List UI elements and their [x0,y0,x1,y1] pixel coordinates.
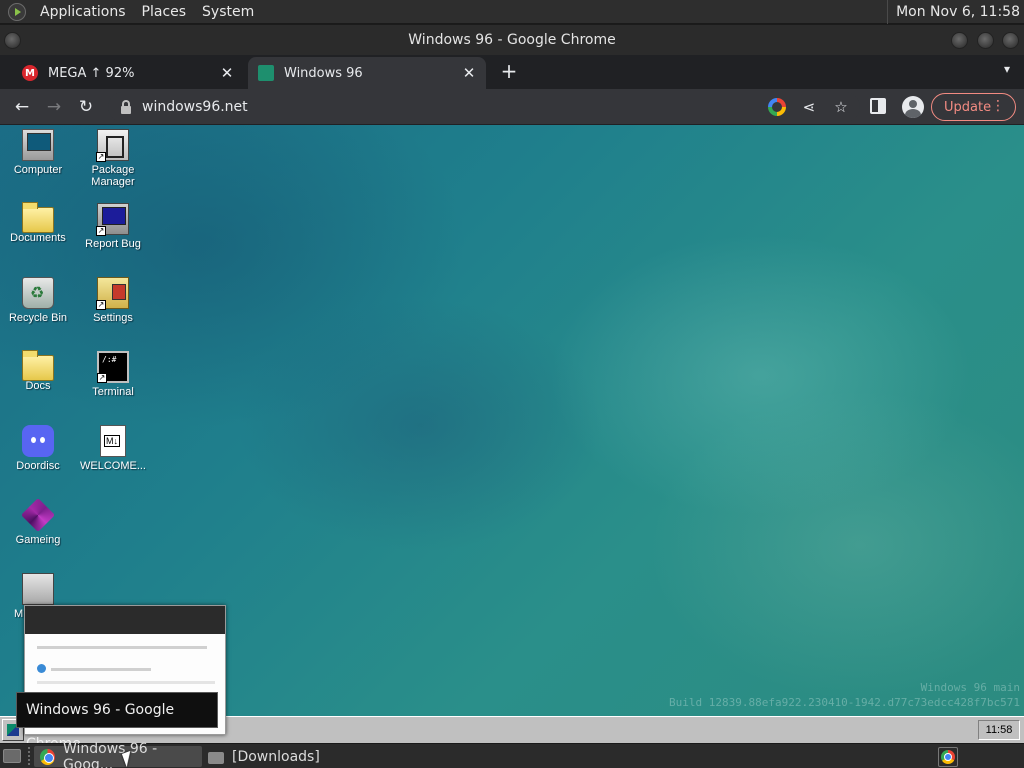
kebab-menu-icon[interactable]: ⋮ [991,98,1005,114]
desktop-icon-label: Documents [10,232,66,244]
windows96-clock: 11:58 [978,720,1020,740]
desktop-icon-label: Computer [13,164,63,176]
desktop-icon-label: Package Manager [91,164,135,188]
desktop-icon-welcome[interactable]: WELCOME... [75,425,151,472]
places-menu[interactable]: Places [134,0,195,24]
update-button[interactable]: Update ⋮ [931,93,1016,121]
desktop-icon-docs[interactable]: Docs [0,350,76,392]
address-bar[interactable]: windows96.net ⋖ ☆ [108,92,860,122]
taskbar-item-downloads[interactable]: [Downloads] [202,746,362,767]
chrome-icon [40,748,55,765]
desktop-icon-label: Settings [93,312,133,324]
browser-toolbar: ← → ↻ windows96.net ⋖ ☆ Update ⋮ [0,89,1024,125]
report-bug-icon: ↗ [96,203,129,236]
show-desktop-icon[interactable] [3,749,21,763]
desktop-icon-package-manager[interactable]: ↗ Package Manager [75,129,151,188]
tab-strip: M MEGA ↑ 92% ✕ Windows 96 ✕ + ▾ [0,55,1024,89]
bottom-panel: Windows 96 - Goog... [Downloads] [0,741,1024,768]
terminal-icon: ↗ [97,351,129,383]
distro-logo-icon[interactable] [8,2,26,21]
shortcut-arrow-icon: ↗ [96,300,106,310]
preview-browser-chrome [25,606,225,634]
monitor-icon [22,573,54,605]
folder-icon [22,350,54,381]
panel-separator [28,747,32,765]
system-menu[interactable]: System [194,0,262,24]
computer-icon [22,129,54,161]
folder-icon [22,202,54,233]
google-lens-icon[interactable] [768,98,786,116]
desktop-icon-documents[interactable]: Documents [0,202,76,244]
desktop-icon-label: Report Bug [85,238,141,250]
taskbar-item-label: [Downloads] [232,748,320,765]
reload-icon[interactable]: ↻ [70,91,102,123]
folder-icon [208,751,224,764]
desktop-icon-settings[interactable]: ↗ Settings [75,277,151,324]
share-icon[interactable]: ⋖ [800,98,818,116]
chrome-icon [941,750,955,764]
desktop-icon-label: Docs [25,380,51,392]
build-info-line2: Build 12839.88efa922.230410-1942.d77c73e… [669,696,1020,709]
close-window-button[interactable] [1002,32,1019,49]
forward-arrow-icon[interactable]: → [38,91,70,123]
window-title: Windows 96 - Google Chrome [408,32,616,48]
tab-mega[interactable]: M MEGA ↑ 92% ✕ [12,57,244,89]
close-tab-icon[interactable]: ✕ [218,64,236,82]
markdown-file-icon [100,425,126,457]
minimize-button[interactable] [951,32,968,49]
tab-label: Windows 96 [284,65,363,81]
desktop-icon-label: Recycle Bin [8,312,68,324]
side-panel-icon[interactable] [870,98,886,114]
game-icon [21,498,55,532]
desktop-icon-computer[interactable]: Computer [0,129,76,176]
settings-icon: ↗ [96,277,129,310]
preview-line [51,668,151,671]
desktop-icon-label: WELCOME... [79,460,146,472]
desktop-icon-label: Doordisc [16,460,60,472]
back-arrow-icon[interactable]: ← [6,91,38,123]
url-text[interactable]: windows96.net [142,99,248,115]
window-tooltip: Windows 96 - Google Chrome [16,692,218,752]
preview-line [37,681,215,684]
lock-icon[interactable] [120,100,132,114]
tab-search-chevron-icon[interactable]: ▾ [1004,62,1010,76]
discord-icon [22,425,54,457]
window-menu-button[interactable] [4,32,21,49]
shortcut-arrow-icon: ↗ [96,226,106,236]
mega-icon: M [22,65,38,81]
taskbar-item-chrome[interactable]: Windows 96 - Goog... [34,741,202,768]
top-panel: Applications Places System Mon Nov 6, 11… [0,0,1024,24]
build-info-line1: Windows 96 main [920,681,1020,694]
panel-clock[interactable]: Mon Nov 6, 11:58 [887,0,1020,24]
desktop-icon-terminal[interactable]: ↗ Terminal [75,351,151,398]
shortcut-arrow-icon: ↗ [97,373,107,383]
window-titlebar[interactable]: Windows 96 - Google Chrome [0,25,1024,55]
shortcut-arrow-icon: ↗ [96,152,106,162]
windows96-icon [258,65,274,81]
bookmark-star-icon[interactable]: ☆ [832,98,850,116]
profile-avatar-icon[interactable] [902,96,924,118]
tab-windows96[interactable]: Windows 96 ✕ [248,57,486,89]
recycle-bin-icon [22,277,54,309]
close-tab-icon[interactable]: ✕ [460,64,478,82]
applications-menu[interactable]: Applications [32,0,134,24]
desktop-icon-doordisc[interactable]: Doordisc [0,425,76,472]
tray-chrome-icon[interactable] [938,747,958,767]
desktop-icon-report-bug[interactable]: ↗ Report Bug [75,203,151,250]
new-tab-icon[interactable]: + [498,60,520,82]
desktop-icon-label: Gameing [15,534,61,546]
update-label: Update [944,99,992,115]
desktop-icon-recycle-bin[interactable]: Recycle Bin [0,277,76,324]
desktop-icon-label: Terminal [92,386,134,398]
tab-label: MEGA ↑ 92% [48,65,135,81]
desktop-icon-gameing[interactable]: Gameing [0,498,76,546]
preview-dot-icon [37,664,46,673]
package-manager-icon: ↗ [96,129,129,162]
preview-line [37,646,207,649]
maximize-button[interactable] [977,32,994,49]
